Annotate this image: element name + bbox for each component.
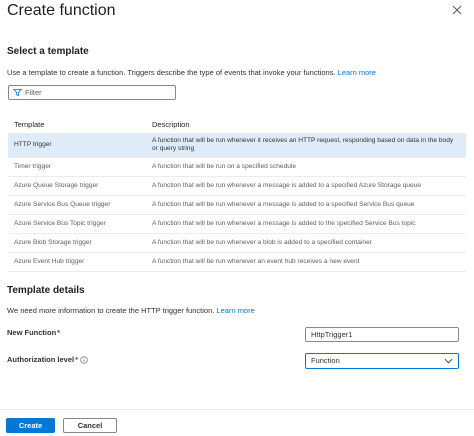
create-function-panel: Create function Select a template Use a … xyxy=(0,0,474,436)
template-desc: A function that will be run whenever an … xyxy=(146,252,466,272)
cancel-button[interactable]: Cancel xyxy=(63,418,117,433)
close-icon[interactable] xyxy=(450,3,464,17)
info-icon[interactable] xyxy=(80,355,88,364)
template-desc: A function that will be run whenever a b… xyxy=(146,233,466,253)
new-function-label-text: New Function xyxy=(7,328,57,337)
table-row[interactable]: Azure Service Bus Queue trigger A functi… xyxy=(8,195,466,215)
required-marker: * xyxy=(75,355,79,364)
authorization-level-label-text: Authorization level xyxy=(7,355,75,364)
table-row[interactable]: Azure Queue Storage trigger A function t… xyxy=(8,176,466,196)
authorization-level-value: Function xyxy=(311,356,340,365)
table-row[interactable]: Azure Blob Storage trigger A function th… xyxy=(8,233,466,253)
filter-icon xyxy=(13,88,22,97)
template-learn-more-link[interactable]: Learn more xyxy=(338,68,376,77)
table-row[interactable]: Azure Event Hub trigger A function that … xyxy=(8,252,466,272)
column-header-template[interactable]: Template xyxy=(8,116,146,134)
authorization-level-dropdown[interactable]: Function xyxy=(305,353,459,369)
required-marker: * xyxy=(57,328,61,337)
table-row[interactable]: Timer trigger A function that will be ru… xyxy=(8,157,466,177)
details-description: We need more information to create the H… xyxy=(7,306,255,316)
details-description-text: We need more information to create the H… xyxy=(7,306,215,315)
template-name: Azure Service Bus Queue trigger xyxy=(8,195,146,215)
template-name: Azure Blob Storage trigger xyxy=(8,233,146,253)
template-desc: A function that will be run whenever a m… xyxy=(146,214,466,234)
template-desc: A function that will be run on a specifi… xyxy=(146,157,466,177)
chevron-down-icon xyxy=(444,358,453,364)
column-header-description[interactable]: Description xyxy=(146,116,466,134)
template-name: Azure Queue Storage trigger xyxy=(8,176,146,196)
template-details-heading: Template details xyxy=(7,285,85,296)
template-name: Azure Service Bus Topic trigger xyxy=(8,214,146,234)
template-desc: A function that will be run whenever a m… xyxy=(146,195,466,215)
select-template-heading: Select a template xyxy=(7,46,89,57)
template-desc: A function that will be run whenever it … xyxy=(146,133,466,158)
panel-title: Create function xyxy=(7,2,116,19)
template-name: Azure Event Hub trigger xyxy=(8,252,146,272)
new-function-input[interactable]: HttpTrigger1 xyxy=(305,327,459,342)
table-row[interactable]: HTTP trigger A function that will be run… xyxy=(8,133,466,158)
template-name: HTTP trigger xyxy=(8,133,146,158)
details-learn-more-link[interactable]: Learn more xyxy=(216,306,254,315)
filter-input[interactable]: Filter xyxy=(8,85,176,100)
table-row[interactable]: Azure Service Bus Topic trigger A functi… xyxy=(8,214,466,234)
template-desc: A function that will be run whenever a m… xyxy=(146,176,466,196)
template-description: Use a template to create a function. Tri… xyxy=(7,68,376,78)
authorization-level-label: Authorization level * xyxy=(7,355,88,364)
template-description-text: Use a template to create a function. Tri… xyxy=(7,68,336,77)
template-name: Timer trigger xyxy=(8,157,146,177)
template-table: Template Description HTTP trigger A func… xyxy=(8,116,466,272)
filter-placeholder: Filter xyxy=(25,88,42,97)
new-function-label: New Function * xyxy=(7,328,60,337)
create-button[interactable]: Create xyxy=(6,418,55,433)
